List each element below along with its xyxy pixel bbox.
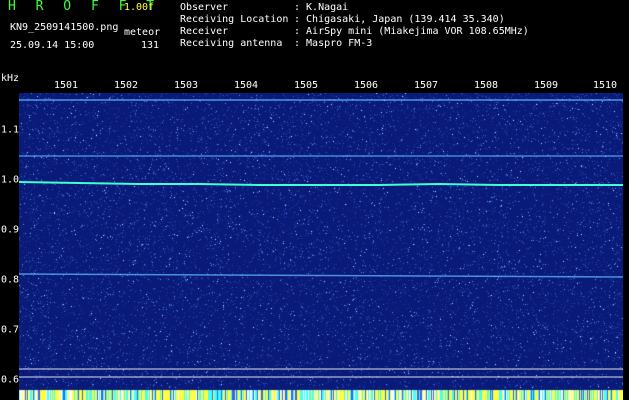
- y-tick-label: 1.1: [1, 124, 20, 136]
- mode-label: meteor: [124, 27, 161, 38]
- filename-label: KN9_2509141500.png: [10, 22, 119, 33]
- x-tick-label: 1506: [353, 80, 379, 91]
- x-tick-label: 1502: [113, 80, 139, 91]
- y-tick-label: 1.0: [1, 174, 20, 186]
- meta-key-antenna: Receiving antenna: [180, 38, 283, 49]
- signal-line-810: [19, 273, 623, 278]
- x-tick-label: 1505: [293, 80, 319, 91]
- meta-value-receiver: : AirSpy mini (Miakejima VOR 108.65MHz): [294, 26, 529, 37]
- spectrogram-overlay: [19, 99, 623, 378]
- y-tick-label: 0.8: [1, 274, 20, 286]
- x-tick-label: 1508: [473, 80, 499, 91]
- carrier-line: [19, 181, 623, 186]
- meta-value-observer: : K.Nagai: [294, 2, 349, 13]
- x-tick-label: 1503: [173, 80, 199, 91]
- y-tick-label: 0.9: [1, 224, 20, 236]
- meta-key-observer: Observer: [180, 2, 229, 13]
- y-tick-label: 0.7: [1, 324, 20, 336]
- x-tick-label: 1504: [233, 80, 259, 91]
- meta-value-antenna: : Maspro FM-3: [294, 38, 373, 49]
- meta-key-receiver: Receiver: [180, 26, 229, 37]
- x-tick-label: 1507: [413, 80, 439, 91]
- x-tick-label: 1509: [533, 80, 559, 91]
- version-label: 1.00f: [124, 2, 155, 13]
- datetime-label: 25.09.14 15:00: [10, 40, 95, 51]
- count-label: 131: [141, 40, 160, 51]
- x-tick-label: 1510: [592, 80, 618, 91]
- y-axis-unit: kHz: [1, 73, 20, 84]
- y-tick-label: 0.6: [1, 374, 20, 386]
- meta-value-location: : Chigasaki, Japan (139.414 35.340): [294, 14, 505, 25]
- x-tick-label: 1501: [53, 80, 79, 91]
- meta-key-location: Receiving Location: [180, 14, 289, 25]
- spectrogram-plot: [19, 93, 623, 400]
